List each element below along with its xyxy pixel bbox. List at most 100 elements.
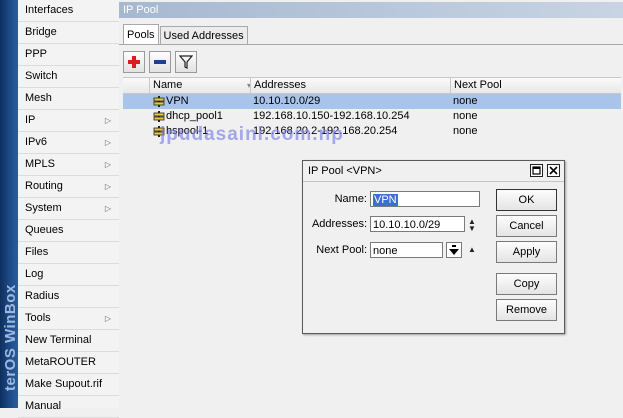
dialog-title: IP Pool <VPN> bbox=[308, 165, 382, 177]
menu-item-files[interactable]: Files bbox=[18, 242, 119, 264]
menu-item-label: MetaROUTER bbox=[25, 356, 96, 368]
next-pool-label: Next Pool: bbox=[316, 244, 367, 256]
dialog-title-bar: IP Pool <VPN> bbox=[303, 161, 564, 182]
pool-icon bbox=[153, 110, 165, 122]
addresses-spin-icon[interactable]: ▲ ▼ bbox=[468, 218, 476, 233]
menu-item-label: IP bbox=[25, 114, 36, 126]
submenu-arrow-icon: ▷ bbox=[104, 116, 111, 125]
pool-next-pool: none bbox=[453, 110, 478, 122]
menu-item-log[interactable]: Log bbox=[18, 264, 119, 286]
menu-item-label: PPP bbox=[25, 48, 48, 60]
menu-item-new-terminal[interactable]: New Terminal bbox=[18, 330, 119, 352]
menu-item-label: Bridge bbox=[25, 26, 57, 38]
menu-item-ipv6[interactable]: IPv6 ▷ bbox=[18, 132, 119, 154]
watermark: jpudasaini.com.np bbox=[160, 124, 344, 145]
submenu-arrow-icon: ▷ bbox=[104, 160, 111, 169]
menu-item-label: System bbox=[25, 202, 62, 214]
maximize-button[interactable] bbox=[530, 164, 543, 177]
column-header-next-pool[interactable]: Next Pool bbox=[450, 78, 554, 93]
menu-item-mpls[interactable]: MPLS ▷ bbox=[18, 154, 119, 176]
pool-next-pool: none bbox=[453, 125, 478, 137]
menu-item-label: Tools bbox=[25, 312, 51, 324]
menu-item-tools[interactable]: Tools ▷ bbox=[18, 308, 119, 330]
pool-name-cell: VPN bbox=[149, 94, 254, 109]
menu-item-label: Files bbox=[25, 246, 49, 258]
chevron-down-icon bbox=[449, 245, 459, 255]
pool-name: VPN bbox=[166, 95, 189, 107]
menu-item-manual[interactable]: Manual bbox=[18, 396, 119, 418]
menu-item-system[interactable]: System ▷ bbox=[18, 198, 119, 220]
next-pool-up-icon[interactable]: ▲ bbox=[468, 246, 476, 254]
toolbar bbox=[123, 51, 201, 73]
pool-icon bbox=[153, 95, 165, 107]
menu-item-label: Interfaces bbox=[25, 4, 74, 16]
add-button[interactable] bbox=[123, 51, 145, 73]
tab-bar: Pools Used Addresses bbox=[123, 24, 249, 45]
menu-item-ip[interactable]: IP ▷ bbox=[18, 110, 119, 132]
apply-button[interactable]: Apply bbox=[496, 241, 557, 263]
menu-item-label: Log bbox=[25, 268, 44, 280]
table-row[interactable]: VPN 10.10.10.0/29 none bbox=[123, 94, 621, 109]
pool-addresses: 10.10.10.0/29 bbox=[253, 95, 321, 107]
name-label: Name: bbox=[334, 193, 367, 205]
pool-addresses: 192.168.10.150-192.168.10.254 bbox=[253, 110, 410, 122]
menu-item-label: Mesh bbox=[25, 92, 52, 104]
menu-item-label: New Terminal bbox=[25, 334, 92, 346]
submenu-arrow-icon: ▷ bbox=[104, 138, 111, 147]
close-icon bbox=[549, 166, 558, 175]
name-field[interactable]: VPN bbox=[370, 191, 480, 207]
menu-item-make-supout[interactable]: Make Supout.rif bbox=[18, 374, 119, 396]
menu-item-radius[interactable]: Radius bbox=[18, 286, 119, 308]
brand-text: terOS WinBox bbox=[2, 284, 18, 391]
menu-item-bridge[interactable]: Bridge bbox=[18, 22, 119, 44]
menu-item-label: Queues bbox=[25, 224, 64, 236]
pool-name-cell: dhcp_pool1 bbox=[149, 109, 254, 124]
column-header-label: Name bbox=[153, 79, 183, 91]
column-header-addresses[interactable]: Addresses bbox=[250, 78, 454, 93]
table-row[interactable]: dhcp_pool1 192.168.10.150-192.168.10.254… bbox=[123, 109, 621, 124]
filter-button[interactable] bbox=[175, 51, 197, 73]
table-header: Name ▾ Addresses Next Pool bbox=[123, 77, 621, 94]
main-menu: Interfaces Bridge PPP Switch Mesh IP ▷ IP… bbox=[18, 0, 120, 418]
tab-divider bbox=[119, 44, 623, 45]
menu-item-label: Routing bbox=[25, 180, 63, 192]
filter-icon bbox=[179, 55, 193, 69]
submenu-arrow-icon: ▷ bbox=[104, 314, 111, 323]
ok-button[interactable]: OK bbox=[496, 189, 557, 211]
menu-item-mesh[interactable]: Mesh bbox=[18, 88, 119, 110]
menu-item-label: Make Supout.rif bbox=[25, 378, 103, 390]
minus-icon bbox=[154, 60, 166, 64]
menu-item-metarouter[interactable]: MetaROUTER bbox=[18, 352, 119, 374]
menu-item-queues[interactable]: Queues bbox=[18, 220, 119, 242]
plus-icon bbox=[128, 56, 140, 68]
addresses-field[interactable]: 10.10.10.0/29 bbox=[370, 216, 465, 232]
copy-button[interactable]: Copy bbox=[496, 273, 557, 295]
pool-name: dhcp_pool1 bbox=[166, 110, 223, 122]
menu-item-ppp[interactable]: PPP bbox=[18, 44, 119, 66]
menu-item-label: IPv6 bbox=[25, 136, 48, 148]
close-button[interactable] bbox=[547, 164, 560, 177]
submenu-arrow-icon: ▷ bbox=[104, 182, 111, 191]
menu-item-interfaces[interactable]: Interfaces bbox=[18, 0, 119, 22]
brand-strip: terOS WinBox bbox=[0, 0, 18, 408]
menu-item-label: Switch bbox=[25, 70, 58, 82]
menu-item-switch[interactable]: Switch bbox=[18, 66, 119, 88]
ip-pool-dialog: IP Pool <VPN> Name: VPN Addresses: 10.10… bbox=[302, 160, 565, 334]
remove-button[interactable] bbox=[149, 51, 171, 73]
column-header-name[interactable]: Name ▾ bbox=[149, 78, 254, 93]
next-pool-dropdown-button[interactable] bbox=[446, 242, 462, 258]
addresses-label: Addresses: bbox=[311, 218, 367, 230]
menu-item-label: Manual bbox=[25, 400, 62, 412]
remove-button[interactable]: Remove bbox=[496, 299, 557, 321]
tab-used-addresses[interactable]: Used Addresses bbox=[159, 26, 248, 45]
submenu-arrow-icon: ▷ bbox=[104, 204, 111, 213]
maximize-icon bbox=[532, 166, 541, 175]
tab-pools[interactable]: Pools bbox=[123, 24, 159, 45]
next-pool-select[interactable]: none bbox=[370, 242, 443, 258]
pool-next-pool: none bbox=[453, 95, 478, 107]
menu-item-label: MPLS bbox=[25, 158, 55, 170]
window-title: IP Pool bbox=[119, 2, 623, 18]
menu-item-routing[interactable]: Routing ▷ bbox=[18, 176, 119, 198]
cancel-button[interactable]: Cancel bbox=[496, 215, 557, 237]
menu-item-label: Radius bbox=[25, 290, 60, 302]
